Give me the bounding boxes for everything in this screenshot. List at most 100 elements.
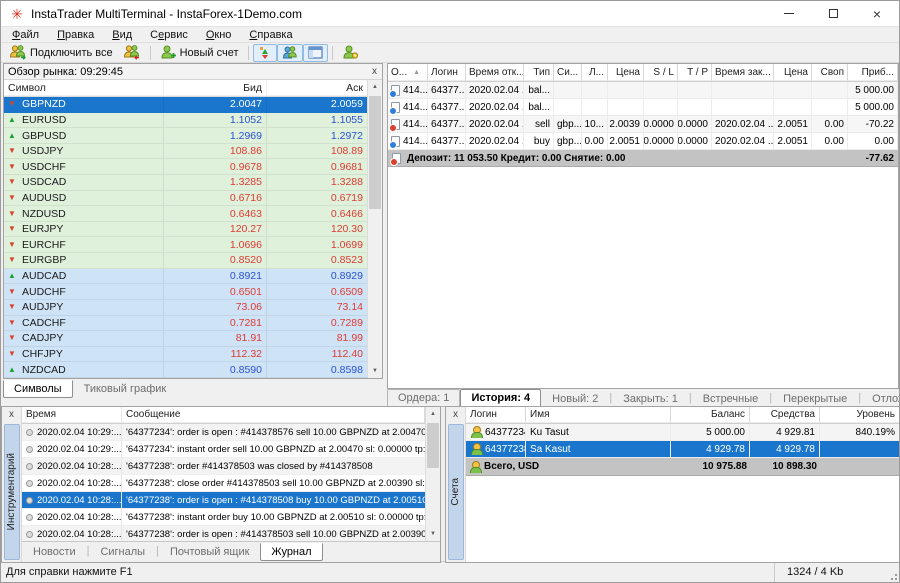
menu-item-0[interactable]: Файл [3, 29, 48, 41]
market-watch-icon [258, 46, 272, 60]
new-account-button[interactable]: Новый счет [155, 44, 244, 62]
column-header-10[interactable]: Цена [774, 64, 812, 81]
journal-tab-3[interactable]: Журнал [260, 543, 322, 561]
toggle-accounts-button[interactable] [277, 44, 303, 62]
column-header-2[interactable]: Время отк... [466, 64, 524, 81]
market-row-audjpy[interactable]: ▼AUDJPY73.0673.14 [4, 300, 367, 316]
symbol-cell: ▼EURGBP [4, 253, 164, 269]
column-header-0[interactable]: Логин [466, 407, 526, 423]
market-row-usdcad[interactable]: ▼USDCAD1.32851.3288 [4, 175, 367, 191]
menu-item-1[interactable]: Правка [48, 29, 103, 41]
market-row-eurusd[interactable]: ▲EURUSD1.10521.1055 [4, 113, 367, 129]
column-header-4[interactable]: Уровень [820, 407, 900, 423]
close_time-cell: 2020.02.04 ... [712, 116, 774, 133]
market-watch-close-icon[interactable]: x [367, 66, 382, 77]
column-header-0[interactable]: О...▲ [388, 64, 428, 81]
scroll-thumb[interactable] [427, 423, 439, 468]
column-header-9[interactable]: Время зак... [712, 64, 774, 81]
column-header-12[interactable]: Приб... [848, 64, 898, 81]
time-cell: 2020.02.04 10:28:... [22, 475, 122, 492]
column-header-2[interactable]: Баланс [671, 407, 750, 423]
column-header-11[interactable]: Своп [812, 64, 848, 81]
market-row-chfjpy[interactable]: ▼CHFJPY112.32112.40 [4, 347, 367, 363]
history-row-2[interactable]: 414...64377...2020.02.04 ...sellgbp...10… [388, 116, 898, 133]
scroll-down-icon[interactable]: ▼ [368, 364, 382, 378]
history-row-0[interactable]: 414...64377...2020.02.04 ...bal...5 000.… [388, 82, 898, 99]
column-header-6[interactable]: Цена [608, 64, 644, 81]
maximize-button[interactable] [811, 1, 855, 26]
column-header-1[interactable]: Имя [526, 407, 671, 423]
journal-row-3[interactable]: 2020.02.04 10:28:...'64377238': close or… [22, 475, 425, 492]
market-row-cadchf[interactable]: ▼CADCHF0.72810.7289 [4, 316, 367, 332]
account-settings-button[interactable] [337, 44, 364, 62]
orders-tab-1[interactable]: История: 4 [460, 389, 541, 407]
toolbox-close-icon[interactable]: x [9, 407, 14, 422]
market-row-audchf[interactable]: ▼AUDCHF0.65010.6509 [4, 284, 367, 300]
accounts-close-icon[interactable]: x [453, 407, 458, 422]
market-row-nzdusd[interactable]: ▼NZDUSD0.64630.6466 [4, 206, 367, 222]
journal-row-0[interactable]: 2020.02.04 10:29:...'64377234': order is… [22, 424, 425, 441]
connect-all-button[interactable]: Подключить все [4, 44, 118, 62]
column-header-1[interactable]: Логин [428, 64, 466, 81]
minimize-button[interactable] [767, 1, 811, 26]
column-header-0[interactable]: Символ [4, 80, 164, 96]
market-row-usdjpy[interactable]: ▼USDJPY108.86108.89 [4, 144, 367, 160]
journal-tab-0[interactable]: Новости [22, 543, 87, 561]
scroll-thumb[interactable] [369, 96, 381, 209]
history-rows: 414...64377...2020.02.04 ...bal...5 000.… [388, 82, 898, 150]
journal-row-1[interactable]: 2020.02.04 10:29:...'64377234': instant … [22, 441, 425, 458]
column-header-5[interactable]: Л... [582, 64, 608, 81]
market-watch-tab-1[interactable]: Тиковый график [73, 380, 178, 398]
scroll-down-icon[interactable]: ▼ [426, 527, 440, 541]
market-row-audcad[interactable]: ▲AUDCAD0.89210.8929 [4, 269, 367, 285]
journal-scrollbar[interactable]: ▲ ▼ [425, 407, 440, 541]
market-row-eurgbp[interactable]: ▼EURGBP0.85200.8523 [4, 253, 367, 269]
accounts-vertical-tab[interactable]: Счета [448, 424, 464, 560]
journal-row-5[interactable]: 2020.02.04 10:28:...'64377238': instant … [22, 509, 425, 526]
column-header-1[interactable]: Сообщение [122, 407, 425, 423]
scroll-track[interactable] [368, 94, 382, 364]
column-header-4[interactable]: Си... [554, 64, 582, 81]
market-row-gbpnzd[interactable]: ▼GBPNZD2.00472.0059 [4, 97, 367, 113]
journal-row-4[interactable]: 2020.02.04 10:28:...'64377238': order is… [22, 492, 425, 509]
market-row-eurjpy[interactable]: ▼EURJPY120.27120.30 [4, 222, 367, 238]
column-header-0[interactable]: Время [22, 407, 122, 423]
account-row-64377234[interactable]: 64377234Ku Tasut5 000.004 929.81840.19% [466, 424, 900, 441]
close-button[interactable]: × [855, 1, 899, 26]
toggle-market-watch-button[interactable] [253, 44, 277, 62]
scroll-track[interactable] [426, 421, 440, 527]
menu-item-4[interactable]: Окно [197, 29, 241, 41]
orders-tab-0[interactable]: Ордера: 1 [387, 389, 460, 407]
market-row-nzdcad[interactable]: ▲NZDCAD0.85900.8598 [4, 362, 367, 378]
scroll-up-icon[interactable]: ▲ [368, 80, 382, 94]
toggle-terminal-button[interactable] [303, 44, 328, 62]
journal-tab-1[interactable]: Сигналы [89, 543, 156, 561]
market-row-cadjpy[interactable]: ▼CADJPY81.9181.99 [4, 331, 367, 347]
menu-item-5[interactable]: Справка [240, 29, 301, 41]
disconnect-all-button[interactable] [118, 44, 146, 62]
history-row-1[interactable]: 414...64377...2020.02.04 ...bal...5 000.… [388, 99, 898, 116]
menu-item-3[interactable]: Сервис [141, 29, 197, 41]
journal-tab-2[interactable]: Почтовый ящик [159, 543, 260, 561]
resize-grip[interactable] [887, 570, 899, 582]
market-watch-tab-0[interactable]: Символы [3, 380, 73, 398]
market-row-usdchf[interactable]: ▼USDCHF0.96780.9681 [4, 159, 367, 175]
column-header-3[interactable]: Тип [524, 64, 554, 81]
column-header-2[interactable]: Аск [267, 80, 367, 96]
history-row-3[interactable]: 414...64377...2020.02.04 ...buygbp...0.0… [388, 133, 898, 150]
market-watch-scrollbar[interactable]: ▲ ▼ [367, 80, 382, 378]
column-header-1[interactable]: Бид [164, 80, 267, 96]
toolbox-vertical-tab[interactable]: Инструментарий [4, 424, 20, 560]
menu-item-2[interactable]: Вид [103, 29, 141, 41]
journal-row-2[interactable]: 2020.02.04 10:28:...'64377238': order #4… [22, 458, 425, 475]
market-row-eurchf[interactable]: ▼EURCHF1.06961.0699 [4, 237, 367, 253]
name-cell: Sa Kasut [526, 441, 671, 458]
account-row-64377238[interactable]: 64377238Sa Kasut4 929.784 929.78 [466, 441, 900, 458]
scroll-up-icon[interactable]: ▲ [426, 407, 440, 421]
column-header-8[interactable]: T / P [678, 64, 712, 81]
market-row-audusd[interactable]: ▼AUDUSD0.67160.6719 [4, 191, 367, 207]
market-row-gbpusd[interactable]: ▲GBPUSD1.29691.2972 [4, 128, 367, 144]
column-header-3[interactable]: Средства [750, 407, 820, 423]
column-header-7[interactable]: S / L [644, 64, 678, 81]
market-watch-caption: Обзор рынка: 09:29:45 x [4, 64, 382, 80]
